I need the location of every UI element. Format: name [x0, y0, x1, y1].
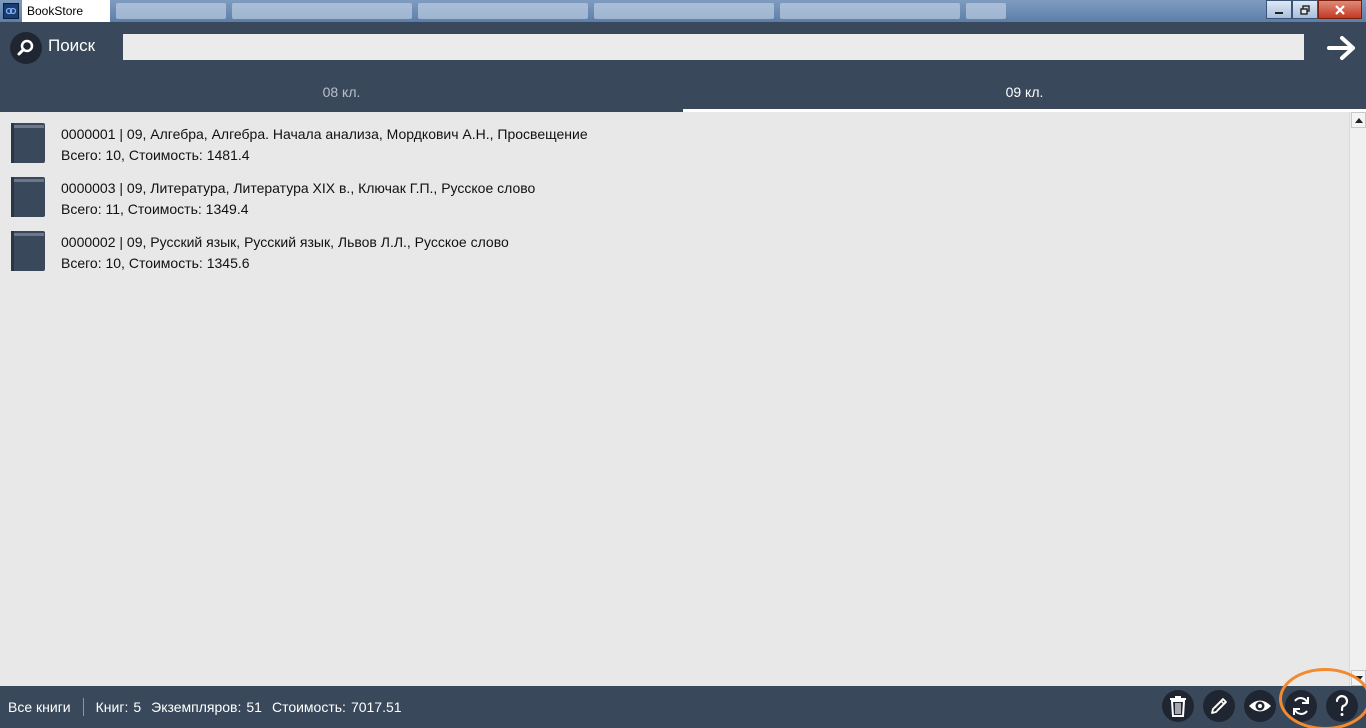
books-count-value: 5 [133, 699, 142, 715]
pencil-icon [1211, 698, 1227, 714]
total-cost-value: 7017.51 [350, 699, 402, 715]
book-icon [11, 177, 45, 217]
close-button[interactable] [1318, 0, 1362, 19]
view-button[interactable] [1244, 690, 1276, 722]
arrow-right-icon[interactable] [1327, 35, 1357, 61]
total-cost-stat: Стоимость: 7017.51 [272, 699, 402, 715]
search-input[interactable] [123, 34, 1304, 60]
background-window-tab[interactable] [116, 3, 226, 19]
delete-button[interactable] [1162, 690, 1194, 722]
book-list: 0000001 | 09, Алгебра, Алгебра. Начала а… [0, 112, 1349, 686]
maximize-button[interactable] [1292, 0, 1318, 19]
book-summary: Всего: 11, Стоимость: 1349.4 [61, 201, 249, 217]
chevron-down-icon [1354, 675, 1363, 681]
background-window-tab[interactable] [594, 3, 774, 19]
copies-count-stat: Экземпляров: 51 [151, 699, 262, 715]
chevron-up-icon [1354, 117, 1363, 123]
tab-grade-08[interactable]: 08 кл. [0, 72, 683, 112]
refresh-button[interactable] [1285, 690, 1317, 722]
copies-count-label: Экземпляров: [151, 699, 242, 715]
divider [82, 698, 84, 716]
books-count-label: Книг: [95, 699, 129, 715]
refresh-icon [1293, 697, 1309, 715]
list-item[interactable]: 0000003 | 09, Литература, Литература XIX… [0, 166, 1349, 220]
book-summary: Всего: 10, Стоимость: 1345.6 [61, 255, 250, 271]
search-label: Поиск [48, 36, 96, 55]
background-window-tab[interactable] [780, 3, 960, 19]
edit-button[interactable] [1203, 690, 1235, 722]
app-icon [3, 3, 19, 19]
search-button[interactable] [10, 32, 42, 64]
background-window-tab[interactable] [232, 3, 412, 19]
book-icon [11, 123, 45, 163]
minimize-button[interactable] [1266, 0, 1292, 19]
window-titlebar: BookStore [0, 0, 1366, 22]
scroll-down-button[interactable] [1351, 670, 1366, 686]
list-item[interactable]: 0000002 | 09, Русский язык, Русский язык… [0, 220, 1349, 274]
window-title: BookStore [22, 0, 110, 22]
help-icon [1335, 695, 1349, 716]
close-icon [1335, 4, 1345, 15]
scroll-up-button[interactable] [1351, 112, 1366, 128]
search-icon [17, 39, 34, 56]
taskbar-tabs [110, 0, 1366, 22]
grade-tabs: 08 кл. 09 кл. [0, 72, 1366, 112]
status-bar: Все книги Книг: 5 Экземпляров: 51 Стоимост… [0, 686, 1366, 728]
action-buttons [1162, 690, 1358, 722]
book-title: 0000002 | 09, Русский язык, Русский язык… [61, 234, 509, 250]
all-books-link[interactable]: Все книги [8, 699, 71, 715]
books-count-stat: Книг: 5 [96, 699, 142, 715]
book-icon [11, 231, 45, 271]
help-button[interactable] [1326, 690, 1358, 722]
restore-icon [1300, 4, 1310, 15]
app-header: Поиск 08 кл. 09 кл. [0, 22, 1366, 112]
window-controls [1266, 0, 1362, 19]
book-title: 0000003 | 09, Литература, Литература XIX… [61, 180, 536, 196]
search-bar: Поиск [0, 22, 1366, 72]
background-window-tab[interactable] [418, 3, 588, 19]
list-item[interactable]: 0000001 | 09, Алгебра, Алгебра. Начала а… [0, 112, 1349, 166]
vertical-scrollbar[interactable] [1349, 112, 1366, 686]
book-summary: Всего: 10, Стоимость: 1481.4 [61, 147, 250, 163]
background-window-tab[interactable] [966, 3, 1006, 19]
copies-count-value: 51 [246, 699, 262, 715]
trash-icon [1170, 696, 1186, 717]
eye-icon [1249, 700, 1271, 712]
book-title: 0000001 | 09, Алгебра, Алгебра. Начала а… [61, 126, 588, 142]
minimize-icon [1275, 11, 1283, 14]
total-cost-label: Стоимость: [271, 699, 346, 715]
tab-grade-09[interactable]: 09 кл. [683, 72, 1366, 112]
